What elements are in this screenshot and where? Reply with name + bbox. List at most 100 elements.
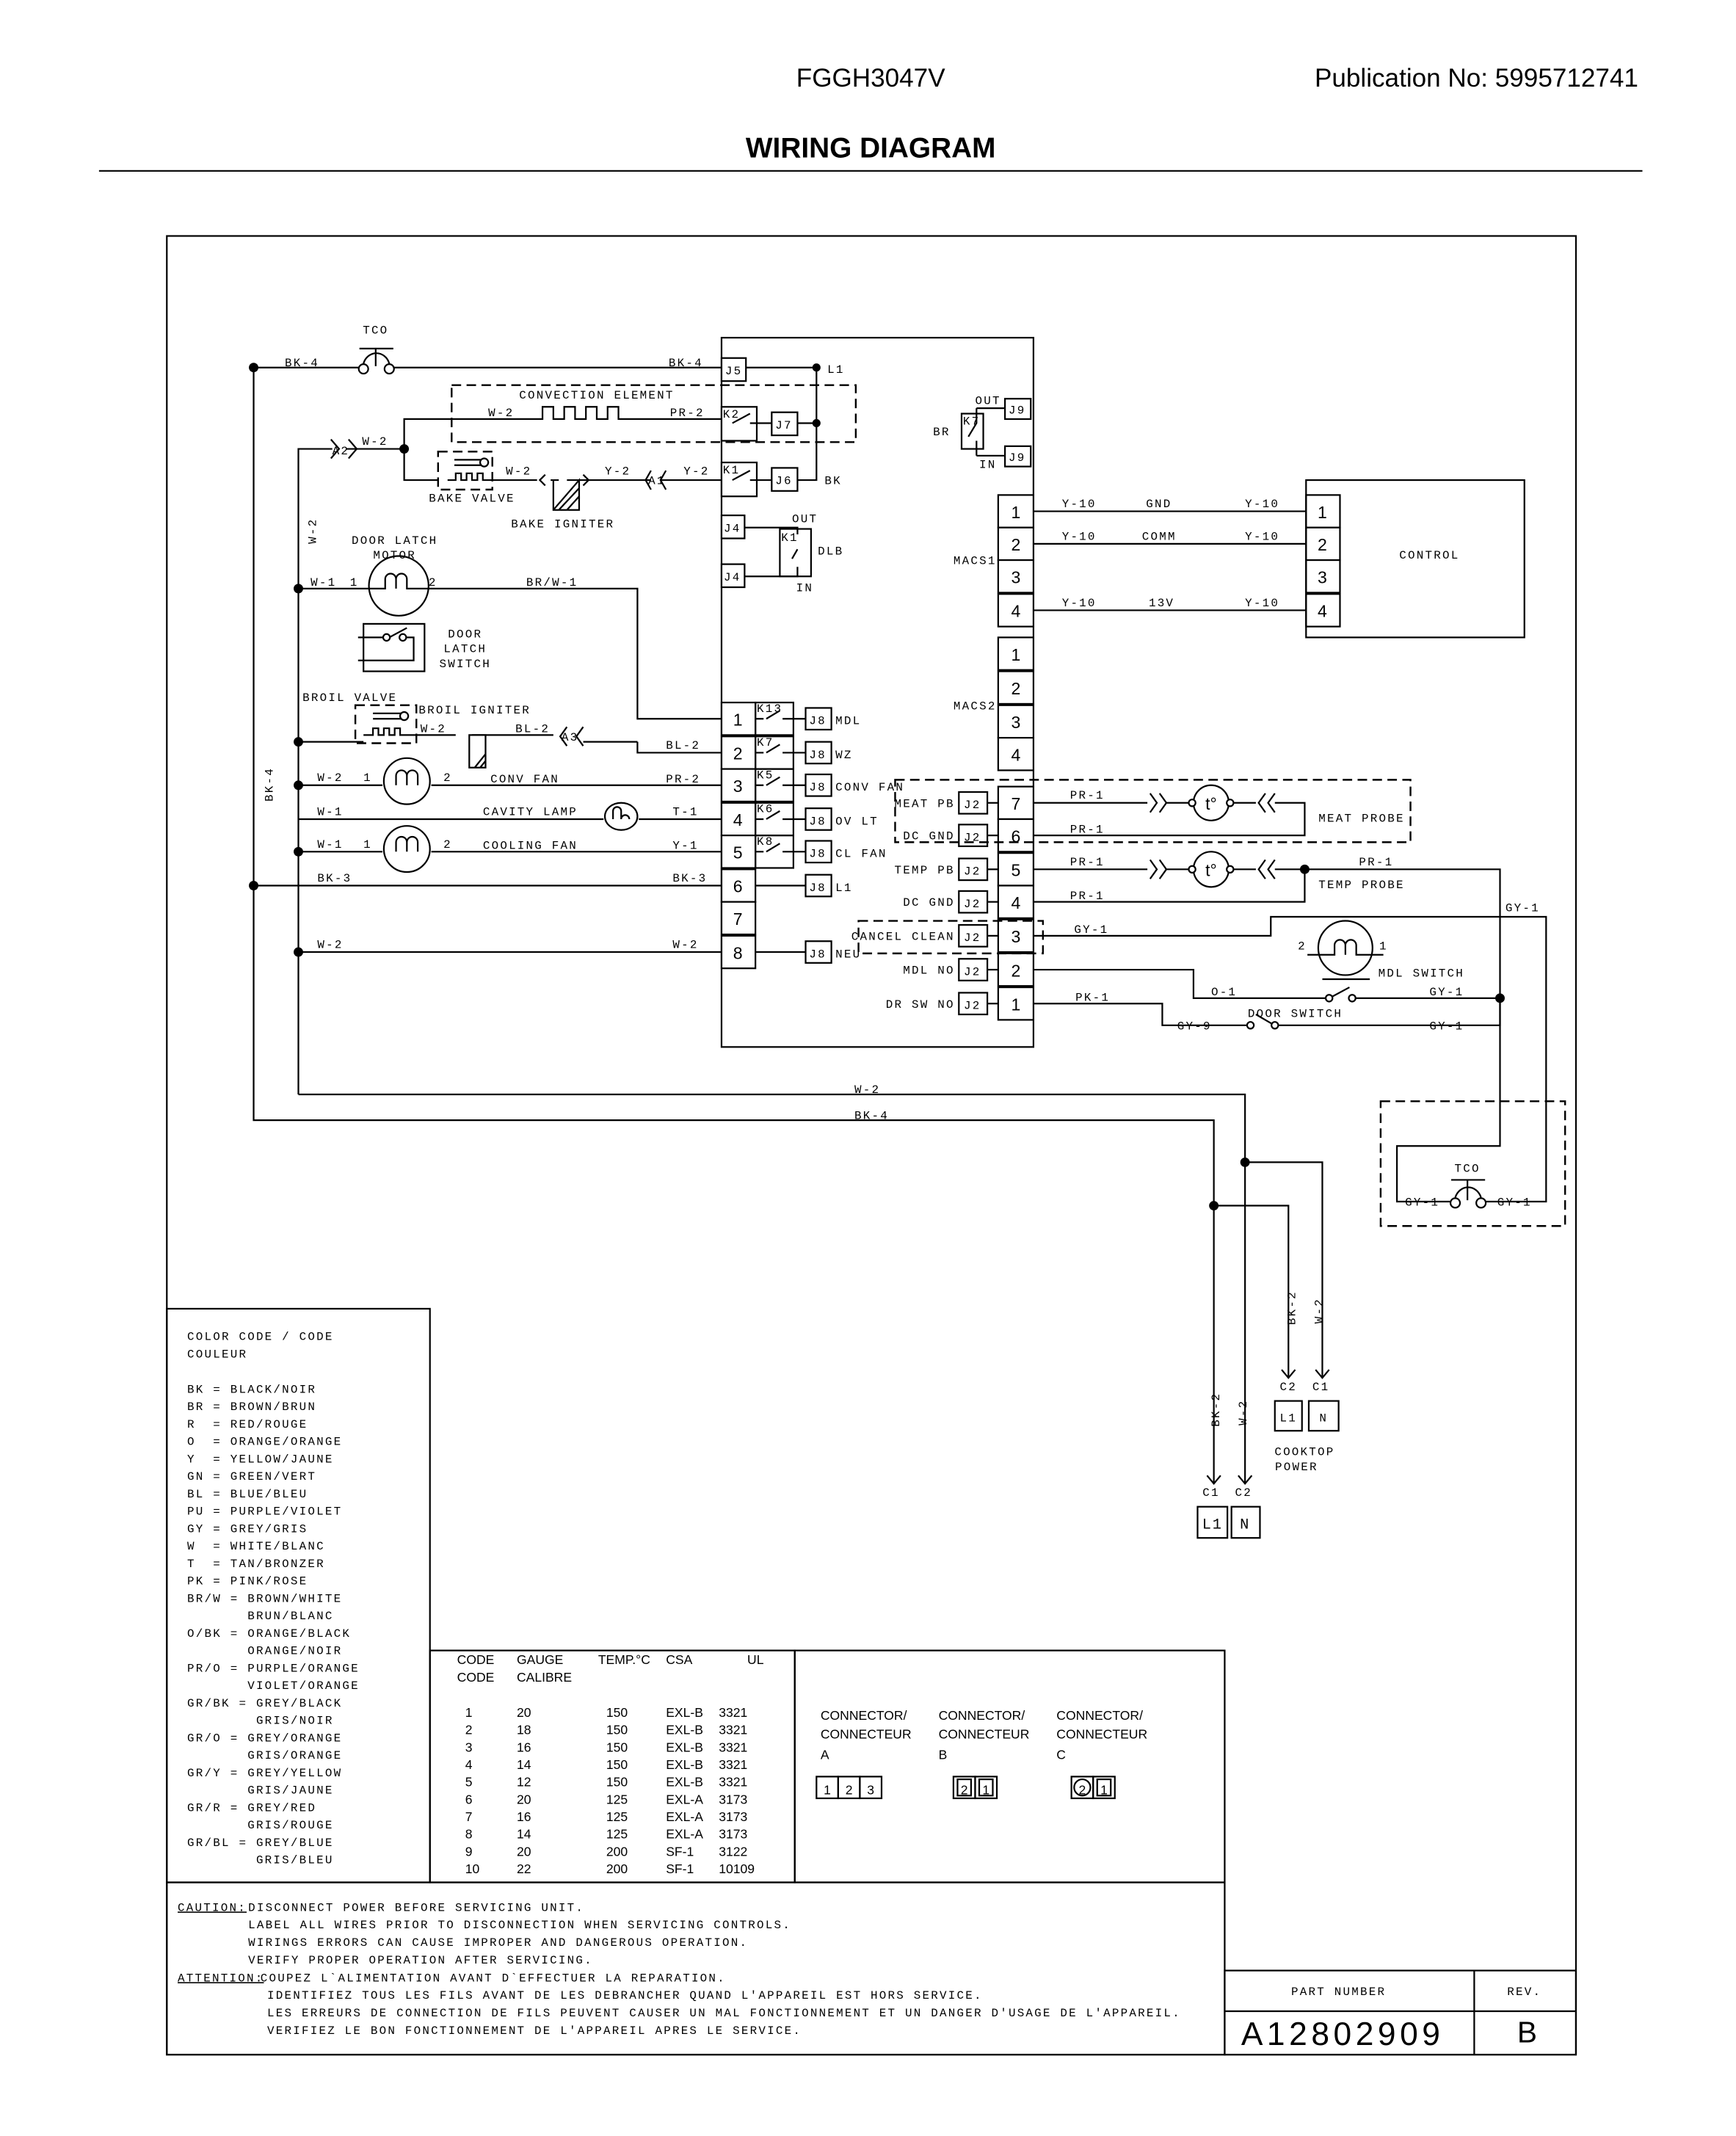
j8-label: J8 (809, 848, 827, 861)
wire-label: BK-3 (317, 872, 352, 885)
j2-function-label: CANCEL CLEAN (851, 930, 955, 943)
j9-label: J9 (1009, 451, 1026, 465)
color-code-entry: GRIS/JAUNE (187, 1784, 334, 1798)
color-code-title: COLOR CODE / CODE (187, 1330, 334, 1343)
j8-output-label: MDL (835, 715, 861, 728)
out-label: OUT (792, 512, 818, 526)
table-cell: 10109 (719, 1861, 755, 1876)
table-header: GAUGE (517, 1652, 563, 1667)
table-row: 3 16 150 EXL-B 3321 (465, 1740, 748, 1754)
table-cell: 3173 (719, 1827, 747, 1842)
pin-label: 1 (363, 771, 372, 785)
wire-label: COMM (1142, 530, 1177, 543)
terminal-number: 7 (1011, 794, 1020, 813)
junction-dot (812, 418, 821, 427)
wire-label: PR-1 (1070, 789, 1105, 802)
publication-number: Publication No: 5995712741 (1315, 64, 1638, 92)
caution-line: VERIFY PROPER OPERATION AFTER SERVICING. (248, 1954, 593, 1967)
wire-label: W-2 (317, 938, 343, 951)
tco-top: TCO (253, 324, 722, 375)
j7-label: J7 (775, 419, 793, 432)
broil-igniter (468, 734, 487, 769)
wire-label: W-2 (854, 1083, 880, 1097)
color-code-entry: GRIS/ROUGE (187, 1819, 334, 1832)
table-cell: 16 (517, 1809, 531, 1824)
bake-valve-label: BAKE VALVE (429, 493, 515, 506)
pin-label: 2 (429, 576, 437, 589)
j8-label: J8 (809, 715, 827, 728)
wire-label: Y-2 (605, 465, 631, 479)
wire-label: PR-1 (1070, 856, 1105, 869)
wire-label: W-1 (317, 838, 343, 851)
table-cell: 1 (465, 1705, 473, 1720)
wire-label: BK-3 (672, 872, 707, 885)
j2-function-label: DR SW NO (886, 998, 955, 1011)
relay-label: K2 (723, 408, 741, 421)
j6-label: J6 (775, 475, 793, 488)
j2-function-label: DC GND (903, 830, 954, 843)
wire-label: GY-1 (1497, 1196, 1532, 1210)
table-cell: 3321 (719, 1723, 747, 1737)
connector-label: C1 (1202, 1486, 1220, 1500)
j4-label: J4 (724, 571, 741, 584)
table-cell: 6 (465, 1792, 473, 1806)
terminal-number: 6 (733, 877, 743, 896)
relay-label: K6 (757, 803, 774, 816)
color-code-entry: W = WHITE/BLANC (187, 1540, 325, 1553)
color-code-entry: GR/Y = GREY/YELLOW (187, 1767, 342, 1780)
terminal-number: 5 (733, 843, 743, 862)
table-cell: 3321 (719, 1775, 747, 1790)
color-code-entry: BR/W = BROWN/WHITE (187, 1592, 342, 1605)
wire-label: BK-4 (669, 357, 703, 370)
relay-label: K13 (757, 702, 782, 716)
attention-line: LES ERREURS DE CONNECTION DE FILS PEUVEN… (267, 2007, 1181, 2020)
table-cell: 4 (465, 1757, 473, 1772)
terminal-number: 2 (1011, 679, 1020, 698)
table-cell: SF-1 (666, 1861, 694, 1876)
rev-label: REV. (1507, 1986, 1541, 1999)
door-latch-switch-label: LATCH (443, 643, 487, 656)
wire-label: O-1 (1211, 986, 1237, 999)
table-cell: 3321 (719, 1740, 747, 1754)
table-cell: EXL-B (666, 1775, 703, 1790)
door-latch-switch-label: DOOR (448, 628, 482, 641)
terminal-number: 2 (1011, 961, 1020, 980)
table-cell: EXL-B (666, 1723, 703, 1737)
connector-label: CONNECTOR/ (1056, 1708, 1143, 1723)
table-cell: 3 (465, 1740, 473, 1754)
junction-dot (399, 444, 410, 454)
revision: B (1517, 2016, 1537, 2049)
table-row: 4 14 150 EXL-B 3321 (465, 1757, 748, 1772)
table-cell: 2 (465, 1723, 473, 1737)
junction-dot (812, 363, 821, 372)
connector-legend-box (793, 1649, 1226, 1883)
table-cell: 125 (606, 1827, 628, 1842)
table-cell: 3122 (719, 1844, 747, 1859)
broil-igniter-label: BROIL IGNITER (418, 704, 531, 717)
table-cell: 22 (517, 1861, 531, 1876)
attention-line: IDENTIFIEZ TOUS LES FILS AVANT DE LES DE… (267, 1989, 983, 2002)
terminal-number: 3 (1011, 713, 1020, 732)
wire-label: Y-1 (672, 840, 698, 853)
wire-label: BK-4 (263, 767, 276, 802)
terminal-number: 2 (733, 744, 743, 763)
connector-label: CONNECTEUR (1056, 1727, 1147, 1742)
table-cell: 9 (465, 1844, 473, 1859)
table-cell: 18 (517, 1723, 531, 1737)
terminal-number: 4 (1318, 602, 1327, 621)
j8-output-label: WZ (835, 749, 853, 762)
j2-label: J2 (964, 865, 981, 879)
j2-label: J2 (964, 931, 981, 945)
color-code-entry: ORANGE/NOIR (187, 1645, 342, 1658)
terminal-number: 1 (733, 710, 743, 729)
table-cell: EXL-B (666, 1757, 703, 1772)
wire-label: Y-10 (1245, 498, 1279, 511)
wire-label: BR/W-1 (526, 576, 578, 589)
table-cell: 7 (465, 1809, 473, 1824)
junction-dot (1209, 1201, 1219, 1210)
color-code-entry: GR/BL = GREY/BLUE (187, 1837, 334, 1850)
j2-function-label: DC GND (903, 896, 954, 909)
bake-igniter-label: BAKE IGNITER (511, 518, 614, 531)
table-cell: 3173 (719, 1809, 747, 1824)
table-row: 5 12 150 EXL-B 3321 (465, 1775, 748, 1790)
